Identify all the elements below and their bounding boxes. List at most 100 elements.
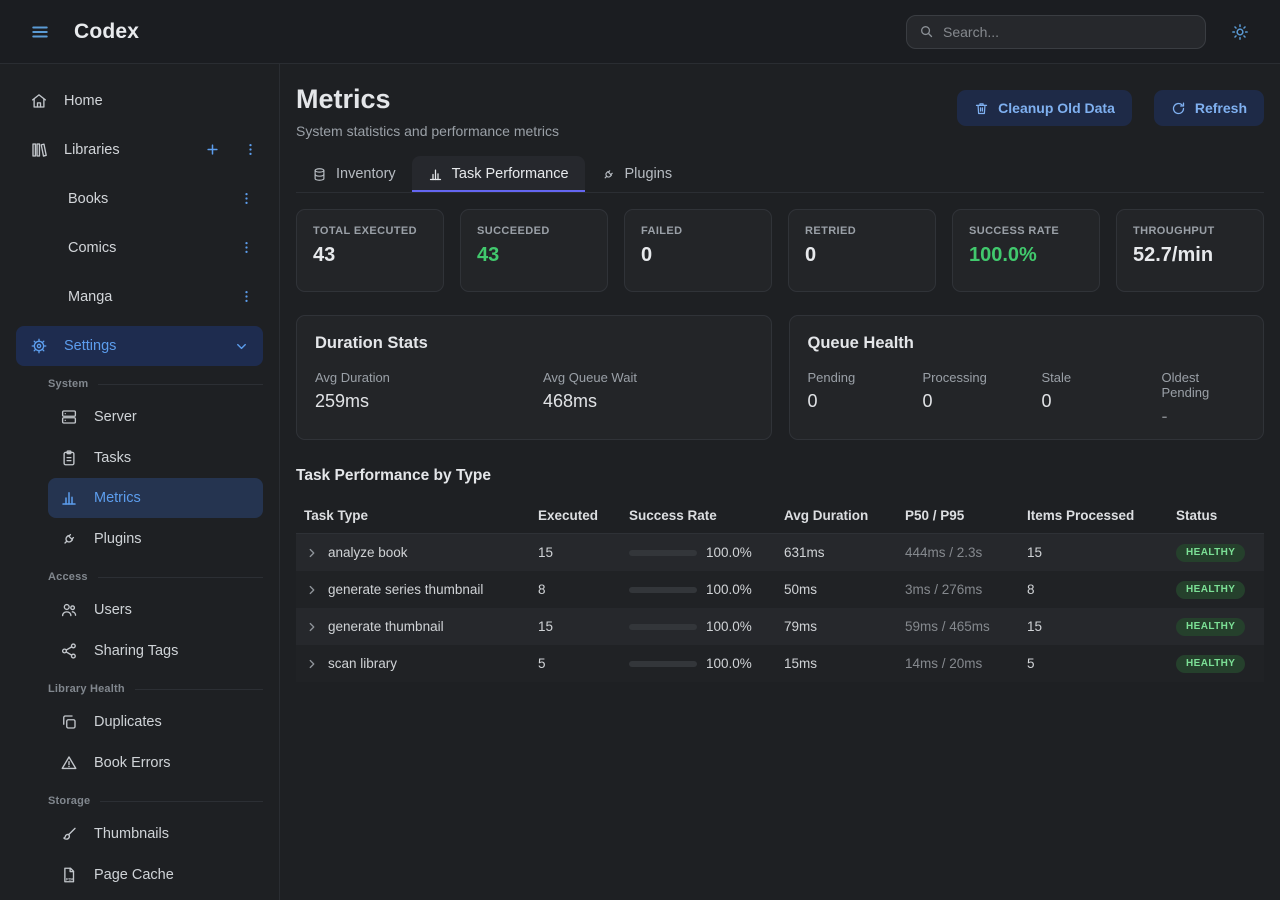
tab-label: Task Performance (452, 166, 569, 182)
column-header: Avg Duration (784, 508, 905, 523)
sidebar-item-server[interactable]: Server (0, 396, 279, 437)
refresh-icon (1171, 101, 1186, 116)
sidebar-section-storage: Storage (48, 795, 263, 807)
sidebar-item-manga[interactable]: Manga (0, 272, 279, 321)
column-header: P50 / P95 (905, 508, 1027, 523)
sidebar-item-home[interactable]: Home (0, 76, 279, 125)
executed-count: 5 (538, 656, 629, 671)
status-badge: HEALTHY (1176, 655, 1245, 673)
sidebar-item-plugins[interactable]: Plugins (0, 518, 279, 559)
tab-plugins[interactable]: Plugins (585, 156, 689, 192)
sidebar-item-users[interactable]: Users (0, 589, 279, 630)
gear-icon (30, 337, 48, 355)
success-rate-bar (629, 550, 697, 556)
sidebar-item-settings[interactable]: Settings (16, 326, 263, 366)
metric-avg-duration: Avg Duration 259ms (315, 370, 543, 412)
database-icon (312, 167, 327, 182)
theme-toggle-button[interactable] (1222, 14, 1258, 50)
refresh-button[interactable]: Refresh (1154, 90, 1264, 126)
sidebar-item-tasks[interactable]: Tasks (0, 437, 279, 478)
chevron-down-icon (234, 339, 249, 354)
metric-value: 0 (923, 391, 1042, 412)
avg-duration: 50ms (784, 582, 905, 597)
comics-menu-button[interactable] (235, 237, 257, 259)
status-badge: HEALTHY (1176, 581, 1245, 599)
sidebar-item-label: Home (64, 93, 103, 109)
sidebar-section-access: Access (48, 571, 263, 583)
task-performance-table: Task Type Executed Success Rate Avg Dura… (296, 498, 1264, 682)
sidebar-item-sharing-tags[interactable]: Sharing Tags (0, 630, 279, 671)
bar-chart-icon (428, 167, 443, 182)
metric-label: Oldest Pending (1162, 370, 1246, 400)
sidebar-item-duplicates[interactable]: Duplicates (0, 701, 279, 742)
stat-value: 43 (313, 244, 427, 267)
plus-icon (205, 142, 220, 157)
stat-succeeded: SUCCEEDED 43 (460, 209, 608, 292)
column-header: Executed (538, 508, 629, 523)
stat-cards: TOTAL EXECUTED 43 SUCCEEDED 43 FAILED 0 … (296, 209, 1264, 292)
add-library-button[interactable] (201, 139, 223, 161)
cleanup-old-data-button[interactable]: Cleanup Old Data (957, 90, 1132, 126)
task-type: generate series thumbnail (328, 582, 483, 597)
table-row[interactable]: scan library 5 100.0% 15ms 14ms / 20ms 5… (296, 645, 1264, 682)
success-rate-value: 100.0% (706, 656, 752, 671)
sidebar-item-label: Comics (68, 240, 235, 256)
metric-label: Processing (923, 370, 1042, 385)
metric-oldest-pending: Oldest Pending - (1162, 370, 1246, 427)
tab-bar: Inventory Task Performance Plugins (296, 156, 1264, 193)
sidebar-item-page-cache[interactable]: PDF Page Cache (0, 854, 279, 895)
table-header-row: Task Type Executed Success Rate Avg Dura… (296, 498, 1264, 534)
tab-task-performance[interactable]: Task Performance (412, 156, 585, 192)
sidebar-item-label: Page Cache (94, 867, 174, 883)
table-row[interactable]: generate thumbnail 15 100.0% 79ms 59ms /… (296, 608, 1264, 645)
stat-value: 0 (805, 244, 919, 267)
tab-inventory[interactable]: Inventory (296, 156, 412, 192)
libraries-menu-button[interactable] (239, 139, 261, 161)
sidebar-item-label: Tasks (94, 450, 131, 466)
users-icon (60, 601, 78, 619)
server-icon (60, 408, 78, 426)
search-box[interactable] (906, 15, 1206, 49)
success-rate-value: 100.0% (706, 545, 752, 560)
success-rate-bar (629, 624, 697, 630)
items-processed: 8 (1027, 582, 1176, 597)
sidebar-item-books[interactable]: Books (0, 174, 279, 223)
tab-label: Inventory (336, 166, 396, 182)
sidebar-item-label: Libraries (64, 142, 185, 158)
items-processed: 15 (1027, 545, 1176, 560)
metric-value: - (1162, 406, 1246, 427)
table-row[interactable]: generate series thumbnail 8 100.0% 50ms … (296, 571, 1264, 608)
sidebar-item-metrics[interactable]: Metrics (48, 478, 263, 518)
kebab-icon (243, 142, 258, 157)
metric-processing: Processing 0 (923, 370, 1042, 427)
library-icon (30, 141, 48, 159)
topbar: Codex (0, 0, 1280, 64)
search-input[interactable] (943, 24, 1193, 40)
expand-chevron-icon[interactable] (305, 583, 319, 597)
svg-text:PDF: PDF (66, 876, 74, 881)
duration-stats-card: Duration Stats Avg Duration 259ms Avg Qu… (296, 315, 772, 440)
table-row[interactable]: analyze book 15 100.0% 631ms 444ms / 2.3… (296, 534, 1264, 571)
stat-label: SUCCEEDED (477, 225, 591, 237)
expand-chevron-icon[interactable] (305, 657, 319, 671)
card-title: Queue Health (808, 334, 1246, 353)
button-label: Refresh (1195, 100, 1247, 116)
metric-label: Pending (808, 370, 923, 385)
expand-chevron-icon[interactable] (305, 546, 319, 560)
card-title: Duration Stats (315, 334, 753, 353)
sidebar-item-libraries[interactable]: Libraries (0, 125, 279, 174)
trash-icon (974, 101, 989, 116)
avg-duration: 79ms (784, 619, 905, 634)
executed-count: 15 (538, 545, 629, 560)
sidebar-item-book-errors[interactable]: Book Errors (0, 742, 279, 783)
books-menu-button[interactable] (235, 188, 257, 210)
avg-duration: 631ms (784, 545, 905, 560)
expand-chevron-icon[interactable] (305, 620, 319, 634)
sidebar-item-label: Settings (64, 338, 218, 354)
pdf-file-icon: PDF (60, 866, 78, 884)
stat-throughput: THROUGHPUT 52.7/min (1116, 209, 1264, 292)
sidebar-item-thumbnails[interactable]: Thumbnails (0, 813, 279, 854)
manga-menu-button[interactable] (235, 286, 257, 308)
menu-toggle-button[interactable] (20, 12, 60, 52)
sidebar-item-comics[interactable]: Comics (0, 223, 279, 272)
